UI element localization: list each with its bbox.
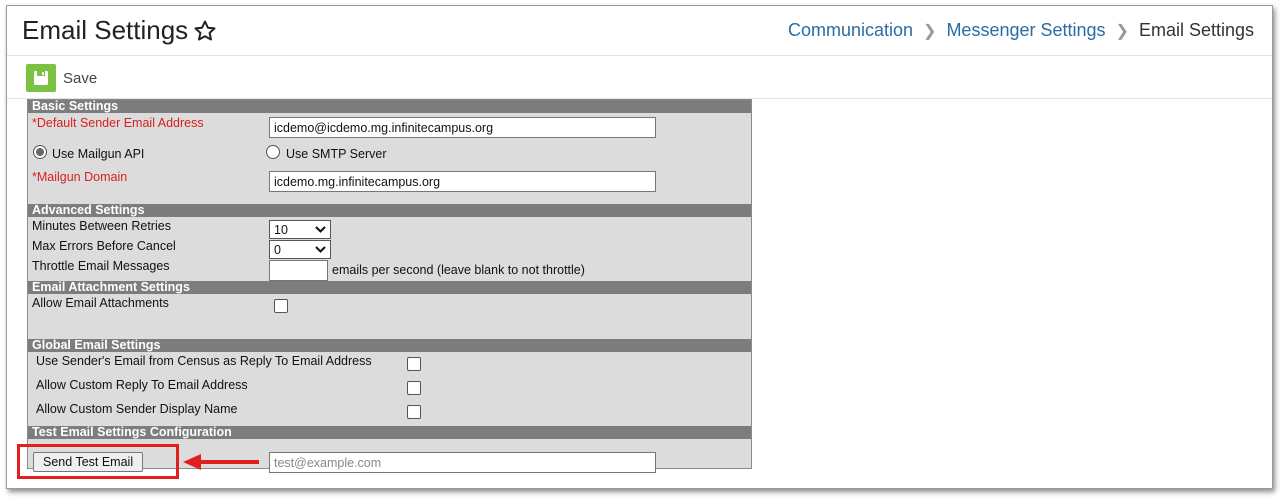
throttle-hint: emails per second (leave blank to not th… <box>332 263 585 277</box>
save-button[interactable]: Save <box>26 64 97 92</box>
test-email-input[interactable] <box>269 452 656 473</box>
basic-settings-heading: Basic Settings <box>28 100 751 113</box>
email-settings-form: Basic Settings *Default Sender Email Add… <box>27 99 752 473</box>
retries-value: 10 <box>274 222 288 237</box>
breadcrumb-current: Email Settings <box>1138 20 1254 40</box>
throttle-input[interactable] <box>269 260 328 281</box>
throttle-label: Throttle Email Messages <box>32 259 170 273</box>
smtp-server-radio[interactable] <box>266 145 280 159</box>
app-window: Email Settings Communication ❯ Messenger… <box>6 5 1273 489</box>
custom-reply-checkbox[interactable] <box>407 381 421 395</box>
star-outline-icon[interactable] <box>193 19 217 43</box>
test-settings-heading: Test Email Settings Configuration <box>28 426 751 439</box>
advanced-settings-heading: Advanced Settings <box>28 204 751 217</box>
smtp-server-label: Use SMTP Server <box>286 147 387 161</box>
default-sender-label: *Default Sender Email Address <box>32 116 204 130</box>
attachment-settings-heading: Email Attachment Settings <box>28 281 751 294</box>
chevron-down-icon <box>315 226 326 233</box>
page-title: Email Settings <box>22 15 189 45</box>
action-toolbar: Save <box>7 57 1272 99</box>
mailgun-api-label: Use Mailgun API <box>52 147 145 161</box>
save-label: Save <box>63 69 98 87</box>
chevron-down-icon <box>315 246 326 253</box>
max-errors-value: 0 <box>274 242 281 257</box>
custom-reply-label: Allow Custom Reply To Email Address <box>36 378 248 392</box>
save-icon <box>26 64 56 92</box>
allow-attachments-label: Allow Email Attachments <box>32 296 169 310</box>
allow-attachments-checkbox[interactable] <box>274 299 288 313</box>
max-errors-label: Max Errors Before Cancel <box>32 239 176 253</box>
census-reply-label: Use Sender's Email from Census as Reply … <box>36 354 372 368</box>
chevron-right-icon: ❯ <box>923 22 937 40</box>
custom-display-name-label: Allow Custom Sender Display Name <box>36 402 238 416</box>
breadcrumb: Communication ❯ Messenger Settings ❯ Ema… <box>788 20 1254 41</box>
mailgun-domain-input[interactable] <box>269 171 656 192</box>
breadcrumb-communication[interactable]: Communication <box>788 20 913 41</box>
retries-select[interactable]: 10 <box>269 220 331 239</box>
census-reply-checkbox[interactable] <box>407 357 421 371</box>
highlight-box <box>17 444 179 479</box>
arrow-left-icon <box>183 454 259 470</box>
mailgun-api-radio[interactable] <box>33 145 47 159</box>
default-sender-email-input[interactable] <box>269 117 656 138</box>
max-errors-select[interactable]: 0 <box>269 240 331 259</box>
page-header: Email Settings Communication ❯ Messenger… <box>7 6 1272 56</box>
retries-label: Minutes Between Retries <box>32 219 171 233</box>
chevron-right-icon: ❯ <box>1115 22 1129 40</box>
custom-display-name-checkbox[interactable] <box>407 405 421 419</box>
global-settings-heading: Global Email Settings <box>28 339 751 352</box>
mailgun-domain-label: *Mailgun Domain <box>32 170 128 184</box>
breadcrumb-messenger-settings[interactable]: Messenger Settings <box>946 20 1105 41</box>
